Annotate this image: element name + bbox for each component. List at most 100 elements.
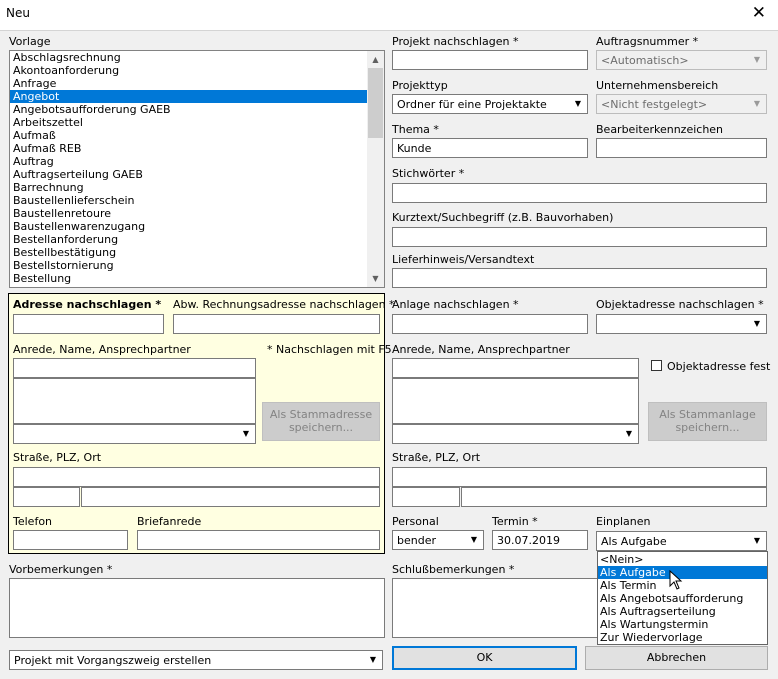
vorgangszweig-combo[interactable]: Projekt mit Vorgangszweig erstellen ▼	[9, 650, 383, 670]
termin-label: Termin *	[492, 515, 538, 528]
ort-input[interactable]	[81, 487, 380, 507]
f5-hint: * Nachschlagen mit F5	[267, 343, 392, 356]
adresse-input[interactable]	[13, 314, 164, 334]
vorlage-scrollbar[interactable]: ▲ ▼	[367, 51, 384, 287]
objektadresse-combo[interactable]: ▼	[596, 314, 767, 334]
einplanen-combo[interactable]: Als Aufgabe ▼	[596, 531, 767, 551]
close-icon[interactable]: ✕	[752, 3, 766, 23]
objektadresse-label: Objektadresse nachschlagen *	[596, 298, 764, 311]
list-item[interactable]: Bestellanforderung	[10, 233, 384, 246]
list-item[interactable]: Baustellenretoure	[10, 207, 384, 220]
list-item[interactable]: Akontoanforderung	[10, 64, 384, 77]
stammadresse-save-button: Als Stammadresse speichern...	[262, 402, 380, 441]
chevron-down-icon[interactable]: ▼	[365, 652, 381, 668]
chevron-down-icon[interactable]: ▼	[621, 426, 637, 442]
anlage-ort-input[interactable]	[461, 487, 767, 507]
list-item[interactable]: Baustellenwarenzugang	[10, 220, 384, 233]
vorbemerkungen-label: Vorbemerkungen *	[9, 563, 113, 576]
plz-input[interactable]	[13, 487, 80, 507]
briefanrede-input[interactable]	[137, 530, 380, 550]
chevron-down-icon: ▼	[749, 96, 765, 112]
scroll-down-icon[interactable]: ▼	[367, 270, 384, 287]
einplanen-value: Als Aufgabe	[601, 535, 667, 548]
scroll-thumb[interactable]	[368, 68, 383, 138]
chevron-down-icon[interactable]: ▼	[466, 532, 482, 548]
list-item[interactable]: Barrechnung	[10, 181, 384, 194]
dropdown-option[interactable]: Als Wartungstermin	[598, 618, 767, 631]
projekttyp-label: Projekttyp	[392, 79, 448, 92]
schlussbemerkungen-label: Schlußbemerkungen *	[392, 563, 515, 576]
dropdown-option[interactable]: Zur Wiedervorlage	[598, 631, 767, 644]
chevron-down-icon[interactable]: ▼	[749, 533, 765, 549]
chevron-down-icon[interactable]: ▼	[570, 96, 586, 112]
abw-adresse-input[interactable]	[173, 314, 380, 334]
personal-value: bender	[397, 534, 436, 547]
list-item[interactable]: Aufmaß	[10, 129, 384, 142]
vorlage-label: Vorlage	[9, 35, 51, 48]
adresse-label: Adresse nachschlagen *	[13, 298, 162, 311]
lieferhinweis-label: Lieferhinweis/Versandtext	[392, 253, 535, 266]
anlage-anrede-multiline[interactable]	[392, 378, 639, 424]
anrede-label: Anrede, Name, Ansprechpartner	[13, 343, 191, 356]
bearbeiter-label: Bearbeiterkennzeichen	[596, 123, 724, 136]
vorlage-list[interactable]: Abschlagsrechnung Akontoanforderung Anfrag…	[9, 50, 385, 288]
personal-label: Personal	[392, 515, 439, 528]
list-item[interactable]: Aufmaß REB	[10, 142, 384, 155]
dropdown-option[interactable]: Als Auftragserteilung	[598, 605, 767, 618]
ansprechpartner-combo[interactable]: ▼	[13, 424, 256, 444]
ok-button[interactable]: OK	[392, 646, 577, 670]
bereich-label: Unternehmensbereich	[596, 79, 719, 92]
anlage-strasse-input[interactable]	[392, 467, 767, 487]
list-item[interactable]: Auftragserteilung GAEB	[10, 168, 384, 181]
anlage-anrede-label: Anrede, Name, Ansprechpartner	[392, 343, 570, 356]
list-item[interactable]: Baustellenlieferschein	[10, 194, 384, 207]
anlage-label: Anlage nachschlagen *	[392, 298, 519, 311]
anlage-strasse-label: Straße, PLZ, Ort	[392, 451, 481, 464]
einplanen-label: Einplanen	[596, 515, 651, 528]
chevron-down-icon[interactable]: ▼	[749, 316, 765, 332]
list-item[interactable]: Angebotsaufforderung GAEB	[10, 103, 384, 116]
auftragsnummer-value: <Automatisch>	[601, 54, 689, 67]
list-item[interactable]: Anfrage	[10, 77, 384, 90]
bereich-value: <Nicht festgelegt>	[601, 98, 708, 111]
briefanrede-label: Briefanrede	[137, 515, 202, 528]
anrede-multiline[interactable]	[13, 378, 256, 424]
einplanen-dropdown[interactable]: <Nein> Als Aufgabe Als Termin Als Angebotsa…	[597, 551, 768, 645]
strasse-input[interactable]	[13, 467, 380, 487]
anlage-ansprechpartner-combo[interactable]: ▼	[392, 424, 639, 444]
projekttyp-combo[interactable]: Ordner für eine Projektakte ▼	[392, 94, 588, 114]
list-item[interactable]: Abschlagsrechnung	[10, 51, 384, 64]
abw-adresse-label: Abw. Rechnungsadresse nachschlagen *	[173, 298, 395, 311]
list-item[interactable]: Bestellbestätigung	[10, 246, 384, 259]
kurztext-input[interactable]	[392, 227, 767, 247]
dropdown-option[interactable]: Als Angebotsaufforderung	[598, 592, 767, 605]
list-item[interactable]: Bestellstornierung	[10, 259, 384, 272]
list-item[interactable]: Auftrag	[10, 155, 384, 168]
lieferhinweis-input[interactable]	[392, 268, 767, 288]
anrede-name-input[interactable]	[13, 358, 256, 378]
cancel-button[interactable]: Abbrechen	[585, 646, 768, 670]
list-item[interactable]: Angebot	[10, 90, 384, 103]
projekt-label: Projekt nachschlagen *	[392, 35, 519, 48]
objektadresse-fest-checkbox[interactable]	[651, 360, 662, 371]
stichwoerter-input[interactable]	[392, 183, 767, 203]
thema-input[interactable]: Kunde	[392, 138, 588, 158]
personal-combo[interactable]: bender ▼	[392, 530, 484, 550]
objektadresse-fest-label: Objektadresse fest	[667, 360, 771, 373]
auftragsnummer-label: Auftragsnummer *	[596, 35, 699, 48]
telefon-input[interactable]	[13, 530, 128, 550]
anlage-input[interactable]	[392, 314, 588, 334]
list-item[interactable]: Bestellung	[10, 272, 384, 285]
chevron-down-icon[interactable]: ▼	[238, 426, 254, 442]
list-item[interactable]: Arbeitszettel	[10, 116, 384, 129]
termin-input[interactable]: 30.07.2019	[492, 530, 588, 550]
thema-label: Thema *	[392, 123, 439, 136]
vorbemerkungen-input[interactable]	[9, 578, 385, 638]
anlage-plz-input[interactable]	[392, 487, 460, 507]
bearbeiter-input[interactable]	[596, 138, 767, 158]
scroll-up-icon[interactable]: ▲	[367, 51, 384, 68]
chevron-down-icon: ▼	[749, 52, 765, 68]
dropdown-option[interactable]: <Nein>	[598, 553, 767, 566]
anlage-anrede-input[interactable]	[392, 358, 639, 378]
projekt-input[interactable]	[392, 50, 588, 70]
